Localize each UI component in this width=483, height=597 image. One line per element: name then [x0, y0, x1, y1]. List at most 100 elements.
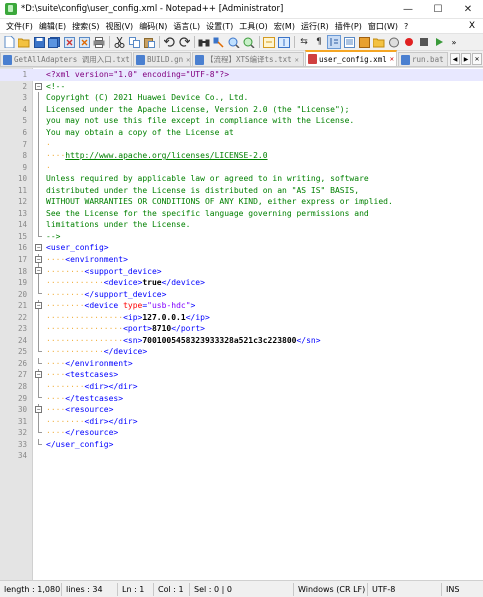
fold-marker [34, 184, 43, 197]
sync-v-icon[interactable] [262, 35, 276, 49]
xml-attribute: type [123, 301, 143, 311]
tab-getalladapters[interactable]: GetAllAdapters 调用入口.txt ✕ [0, 52, 132, 66]
code-text: Licensed under the Apache License, Versi… [43, 105, 349, 114]
tab-close-icon[interactable]: ✕ [186, 56, 190, 64]
sync-h-icon[interactable] [277, 35, 291, 49]
menu-help[interactable]: ? [401, 22, 411, 31]
save-icon[interactable] [32, 35, 46, 49]
close-icon[interactable] [62, 35, 76, 49]
save-all-icon[interactable] [47, 35, 61, 49]
find-icon[interactable] [197, 35, 211, 49]
code-text: ················<port>8710</port> [46, 324, 205, 334]
editor[interactable]: 1 <?xml version="1.0" encoding="UTF-8"?>… [0, 67, 483, 580]
status-line-number: Ln : 1 [118, 582, 154, 596]
comment-text: You may obtain a copy of the License at [46, 128, 234, 137]
status-bar: length : 1,080 lines : 34 Ln : 1 Col : 1… [0, 580, 483, 597]
cut-icon[interactable] [112, 35, 126, 49]
tab-scroll-right-icon[interactable]: ▶ [461, 53, 471, 65]
function-list-icon[interactable] [342, 35, 356, 49]
tab-bar: GetAllAdapters 调用入口.txt ✕ BUILD.gn ✕ 【流程… [0, 50, 483, 67]
show-all-icon[interactable]: ¶ [312, 35, 326, 49]
comment-text: Licensed under the Apache License, Versi… [46, 104, 350, 114]
tab-user-config[interactable]: user_config.xml ✕ [305, 50, 397, 66]
undo-icon[interactable] [162, 35, 176, 49]
license-url-link[interactable]: http://www.apache.org/licenses/LICENSE-2… [65, 151, 267, 160]
menu-settings[interactable]: 设置(T) [203, 21, 236, 32]
fold-marker [34, 103, 43, 116]
xml-tag: <support_device> [84, 266, 162, 276]
copy-icon[interactable] [127, 35, 141, 49]
maximize-button[interactable]: ☐ [423, 0, 453, 19]
paste-icon[interactable] [142, 35, 156, 49]
close-document-button[interactable]: X [469, 21, 475, 31]
fold-marker [34, 415, 43, 427]
fold-marker [34, 196, 43, 208]
zoom-out-icon[interactable] [242, 35, 256, 49]
fold-marker[interactable]: − [34, 242, 43, 254]
code-line: 28 ········<dir></dir> [0, 380, 483, 393]
code-line: 30 − ····<resource> [0, 403, 483, 416]
status-encoding[interactable]: UTF-8 [368, 582, 442, 596]
menu-macro[interactable]: 宏(M) [271, 21, 298, 32]
line-number: 29 [17, 393, 27, 403]
fold-marker [34, 230, 43, 243]
menu-view[interactable]: 视图(V) [102, 21, 136, 32]
fold-marker[interactable]: − [34, 369, 43, 381]
notepadpp-icon [5, 3, 17, 15]
record-icon[interactable] [402, 35, 416, 49]
menu-edit[interactable]: 编辑(E) [36, 21, 69, 32]
comment-open: <!-- [46, 81, 66, 91]
toolbar-separator [109, 36, 110, 48]
comment-copyright: Copyright (C) 2021 Huawei Device Co., Lt… [46, 93, 249, 103]
print-icon[interactable] [92, 35, 106, 49]
tab-build-gn[interactable]: BUILD.gn ✕ [133, 52, 191, 66]
fold-marker[interactable]: − [34, 253, 43, 266]
code-line: 9 · [0, 161, 483, 173]
tab-xts-process[interactable]: 【流程】XTS编译ts.txt ✕ [192, 52, 304, 66]
play-icon[interactable] [432, 35, 446, 49]
fold-marker [34, 334, 43, 347]
redo-icon[interactable] [177, 35, 191, 49]
menu-search[interactable]: 搜索(S) [69, 21, 102, 32]
menu-language[interactable]: 语言(L) [170, 21, 203, 32]
menu-window[interactable]: 窗口(W) [365, 21, 401, 32]
replace-icon[interactable] [212, 35, 226, 49]
line-number: 28 [17, 382, 27, 392]
menu-run[interactable]: 运行(R) [298, 21, 332, 32]
stop-icon[interactable] [417, 35, 431, 49]
doc-map-icon[interactable] [357, 35, 371, 49]
tab-close-icon[interactable]: ✕ [390, 55, 394, 63]
tab-scroll-left-icon[interactable]: ◀ [450, 53, 460, 65]
more-icon[interactable]: » [447, 35, 461, 49]
menu-plugins[interactable]: 插件(P) [332, 21, 365, 32]
fold-marker[interactable]: − [34, 81, 43, 93]
tab-close-all-icon[interactable]: ✕ [472, 53, 482, 65]
close-all-icon[interactable] [77, 35, 91, 49]
indent-guide-icon[interactable] [327, 35, 341, 49]
code-line: 33 </user_config> [0, 438, 483, 451]
tab-close-icon[interactable]: ✕ [295, 56, 299, 64]
minimize-button[interactable]: — [393, 0, 423, 19]
code-line: 5 you may not use this file except in co… [0, 115, 483, 127]
folder-icon[interactable] [372, 35, 386, 49]
file-icon [3, 54, 12, 65]
monitor-icon[interactable] [387, 35, 401, 49]
fold-marker[interactable]: − [34, 403, 43, 416]
close-button[interactable]: ✕ [453, 0, 483, 19]
status-insert-mode[interactable]: INS [442, 583, 482, 596]
word-wrap-icon[interactable]: ⇆ [297, 35, 311, 49]
tab-run-bat[interactable]: run.bat [398, 52, 448, 66]
line-number: 6 [22, 128, 27, 137]
open-file-icon[interactable] [17, 35, 31, 49]
menu-tools[interactable]: 工具(O) [236, 21, 271, 32]
zoom-in-icon[interactable] [227, 35, 241, 49]
menu-file[interactable]: 文件(F) [3, 21, 36, 32]
status-eol[interactable]: Windows (CR LF) [294, 582, 368, 596]
new-file-icon[interactable] [2, 35, 16, 49]
code-line: 31 ········<dir></dir> [0, 415, 483, 427]
fold-marker[interactable]: − [34, 265, 43, 277]
fold-marker[interactable]: − [34, 299, 43, 312]
code-text: <!-- [43, 82, 65, 91]
menu-encoding[interactable]: 编码(N) [136, 21, 170, 32]
line-number: 18 [17, 266, 27, 276]
